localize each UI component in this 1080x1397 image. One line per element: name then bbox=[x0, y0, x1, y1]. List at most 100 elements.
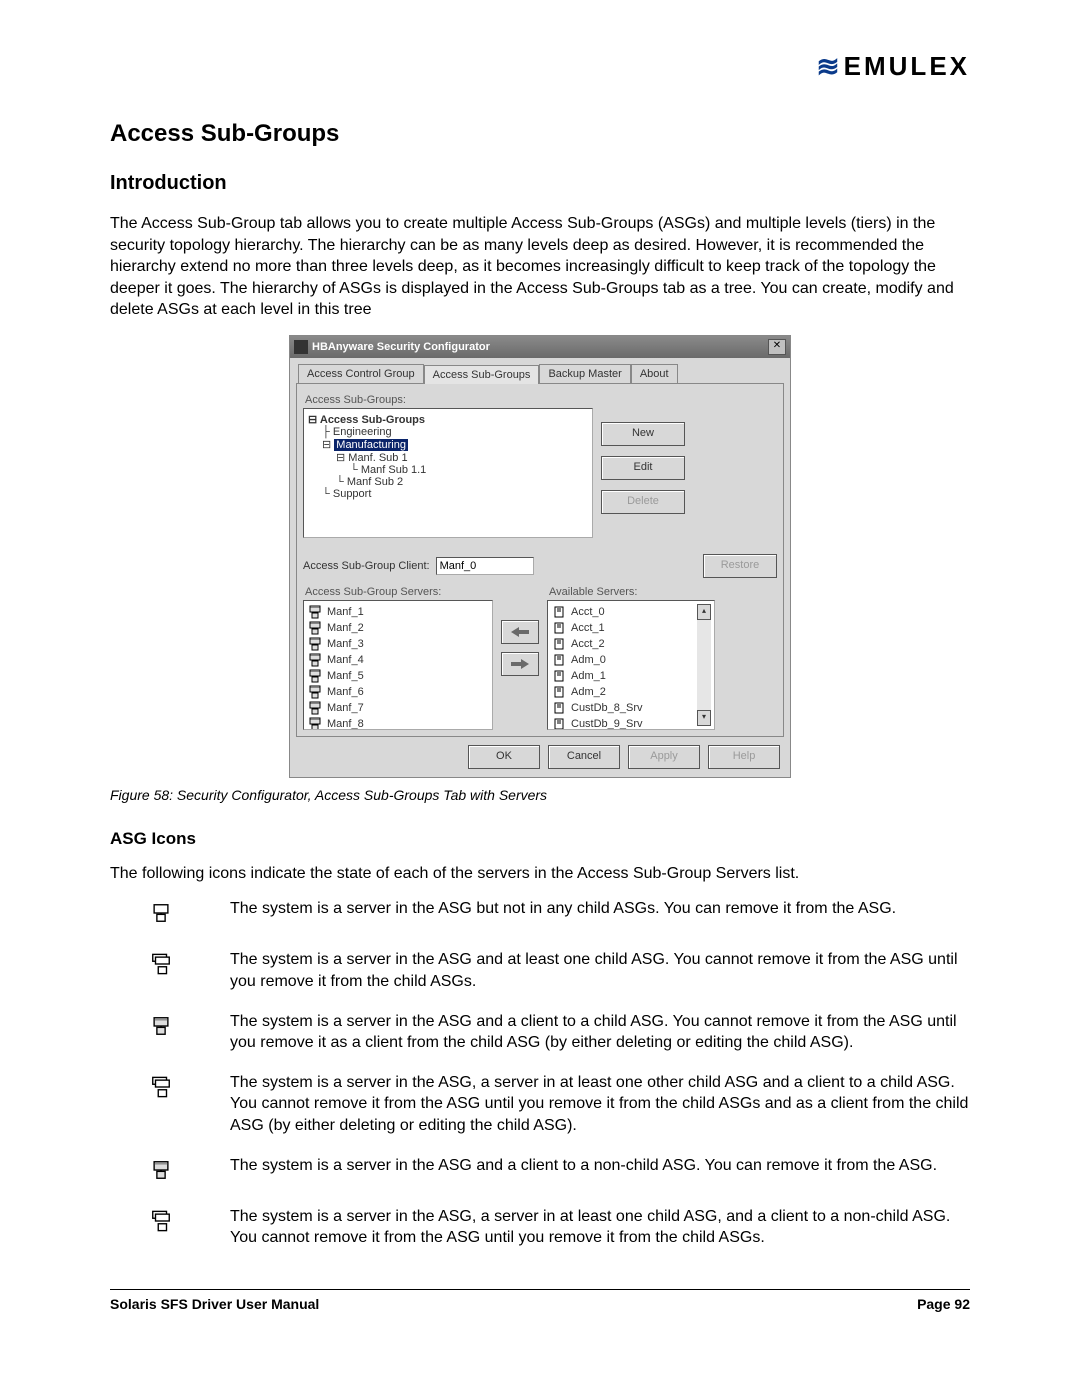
app-icon bbox=[294, 340, 308, 354]
list-item[interactable]: CustDb_8_Srv bbox=[551, 700, 695, 716]
icon-desc: The system is a server in the ASG, a ser… bbox=[230, 1206, 970, 1249]
server-icon bbox=[307, 716, 323, 730]
tree-node-engineering[interactable]: ├ Engineering bbox=[308, 426, 588, 438]
server-client-nonchild-icon bbox=[150, 1157, 172, 1183]
list-item[interactable]: Manf_8 bbox=[307, 716, 489, 730]
tree-node-manufacturing[interactable]: ⊟ Manufacturing bbox=[308, 438, 588, 451]
icon-desc: The system is a server in the ASG and at… bbox=[230, 949, 970, 992]
tree-root[interactable]: Access Sub-Groups bbox=[320, 414, 425, 426]
list-item[interactable]: Manf_5 bbox=[307, 668, 489, 684]
client-input[interactable] bbox=[436, 557, 534, 575]
list-item[interactable]: Acct_1 bbox=[551, 620, 695, 636]
restore-button[interactable]: Restore bbox=[703, 554, 777, 578]
list-item[interactable]: CustDb_9_Srv bbox=[551, 716, 695, 730]
tab-strip: Access Control Group Access Sub-Groups B… bbox=[290, 358, 790, 383]
intro-paragraph: The Access Sub-Group tab allows you to c… bbox=[110, 213, 970, 321]
move-left-button[interactable] bbox=[501, 620, 539, 644]
tree-node-support[interactable]: └ Support bbox=[308, 488, 588, 500]
scroll-down-icon[interactable]: ▾ bbox=[697, 710, 711, 726]
apply-button[interactable]: Apply bbox=[628, 745, 700, 769]
host-icon bbox=[551, 620, 567, 636]
server-client-child-icon bbox=[150, 1013, 172, 1039]
list-item[interactable]: Manf_7 bbox=[307, 700, 489, 716]
asg-tree[interactable]: ⊟ Access Sub-Groups ├ Engineering ⊟ Manu… bbox=[303, 408, 593, 538]
list-item[interactable]: Adm_0 bbox=[551, 652, 695, 668]
tab-backup-master[interactable]: Backup Master bbox=[539, 364, 630, 383]
dialog-body: Access Sub-Groups: ⊟ Access Sub-Groups ├… bbox=[296, 383, 784, 737]
logo-text: EMULEX bbox=[844, 51, 970, 82]
icon-desc: The system is a server in the ASG, a ser… bbox=[230, 1072, 970, 1137]
dialog-footer: OK Cancel Apply Help bbox=[290, 737, 790, 777]
tab-about[interactable]: About bbox=[631, 364, 678, 383]
list-item[interactable]: Manf_4 bbox=[307, 652, 489, 668]
server-icon bbox=[307, 604, 323, 620]
figure-caption: Figure 58: Security Configurator, Access… bbox=[110, 786, 970, 805]
footer-manual-title: Solaris SFS Driver User Manual bbox=[110, 1296, 319, 1312]
new-button[interactable]: New bbox=[601, 422, 685, 446]
list-item[interactable]: Adm_1 bbox=[551, 668, 695, 684]
asg-servers-label: Access Sub-Group Servers: bbox=[305, 586, 493, 598]
host-icon bbox=[551, 716, 567, 730]
server-child-icon bbox=[150, 951, 172, 977]
server-icon bbox=[307, 636, 323, 652]
brand-logo: ≋ EMULEX bbox=[110, 50, 970, 90]
tree-node-manf-sub1[interactable]: ⊟ Manf. Sub 1 bbox=[308, 451, 588, 464]
asg-icons-intro: The following icons indicate the state o… bbox=[110, 863, 970, 885]
server-child-and-nonchild-client-icon bbox=[150, 1208, 172, 1234]
section-heading-introduction: Introduction bbox=[110, 172, 970, 195]
move-right-button[interactable] bbox=[501, 652, 539, 676]
ok-button[interactable]: OK bbox=[468, 745, 540, 769]
list-item[interactable]: Manf_6 bbox=[307, 684, 489, 700]
list-item[interactable]: Adm_2 bbox=[551, 684, 695, 700]
tree-section-label: Access Sub-Groups: bbox=[305, 394, 777, 406]
available-servers-label: Available Servers: bbox=[549, 586, 715, 598]
host-icon bbox=[551, 636, 567, 652]
delete-button[interactable]: Delete bbox=[601, 490, 685, 514]
server-plain-icon bbox=[150, 900, 172, 926]
tree-node-manf-sub11[interactable]: └ Manf Sub 1.1 bbox=[308, 464, 588, 476]
host-icon bbox=[551, 684, 567, 700]
dialog-title: HBAnyware Security Configurator bbox=[312, 341, 764, 353]
arrow-right-icon bbox=[511, 659, 529, 669]
server-icon bbox=[307, 668, 323, 684]
scrollbar[interactable]: ▴ ▾ bbox=[697, 604, 711, 726]
page-title: Access Sub-Groups bbox=[110, 120, 970, 148]
list-item[interactable]: Manf_3 bbox=[307, 636, 489, 652]
footer-page-number: Page 92 bbox=[917, 1296, 970, 1312]
list-item[interactable]: Acct_2 bbox=[551, 636, 695, 652]
icon-desc: The system is a server in the ASG and a … bbox=[230, 1155, 970, 1177]
document-page: ≋ EMULEX Access Sub-Groups Introduction … bbox=[0, 0, 1080, 1352]
logo-mark-icon: ≋ bbox=[816, 50, 837, 83]
page-footer: Solaris SFS Driver User Manual Page 92 bbox=[110, 1289, 970, 1312]
server-multi-child-client-icon bbox=[150, 1074, 172, 1100]
tab-access-sub-groups[interactable]: Access Sub-Groups bbox=[424, 365, 540, 384]
client-label: Access Sub-Group Client: bbox=[303, 560, 430, 572]
security-configurator-dialog: HBAnyware Security Configurator ✕ Access… bbox=[289, 335, 791, 778]
asg-icons-heading: ASG Icons bbox=[110, 829, 970, 849]
list-item[interactable]: Manf_2 bbox=[307, 620, 489, 636]
server-icon bbox=[307, 700, 323, 716]
cancel-button[interactable]: Cancel bbox=[548, 745, 620, 769]
available-servers-list[interactable]: Acct_0 Acct_1 Acct_2 Adm_0 Adm_1 Adm_2 C… bbox=[547, 600, 715, 730]
host-icon bbox=[551, 604, 567, 620]
figure-58: HBAnyware Security Configurator ✕ Access… bbox=[110, 335, 970, 778]
host-icon bbox=[551, 652, 567, 668]
help-button[interactable]: Help bbox=[708, 745, 780, 769]
list-item[interactable]: Manf_1 bbox=[307, 604, 489, 620]
host-icon bbox=[551, 700, 567, 716]
icon-desc: The system is a server in the ASG but no… bbox=[230, 898, 970, 920]
asg-icon-definitions: The system is a server in the ASG but no… bbox=[110, 898, 970, 1248]
server-icon bbox=[307, 684, 323, 700]
edit-button[interactable]: Edit bbox=[601, 456, 685, 480]
dialog-titlebar[interactable]: HBAnyware Security Configurator ✕ bbox=[290, 336, 790, 358]
tree-node-manf-sub2[interactable]: └ Manf Sub 2 bbox=[308, 476, 588, 488]
list-item[interactable]: Acct_0 bbox=[551, 604, 695, 620]
server-icon bbox=[307, 652, 323, 668]
tab-access-control-group[interactable]: Access Control Group bbox=[298, 364, 424, 383]
arrow-left-icon bbox=[511, 627, 529, 637]
scroll-up-icon[interactable]: ▴ bbox=[697, 604, 711, 620]
asg-servers-list[interactable]: Manf_1 Manf_2 Manf_3 Manf_4 Manf_5 Manf_… bbox=[303, 600, 493, 730]
close-icon[interactable]: ✕ bbox=[768, 339, 786, 355]
icon-desc: The system is a server in the ASG and a … bbox=[230, 1011, 970, 1054]
host-icon bbox=[551, 668, 567, 684]
